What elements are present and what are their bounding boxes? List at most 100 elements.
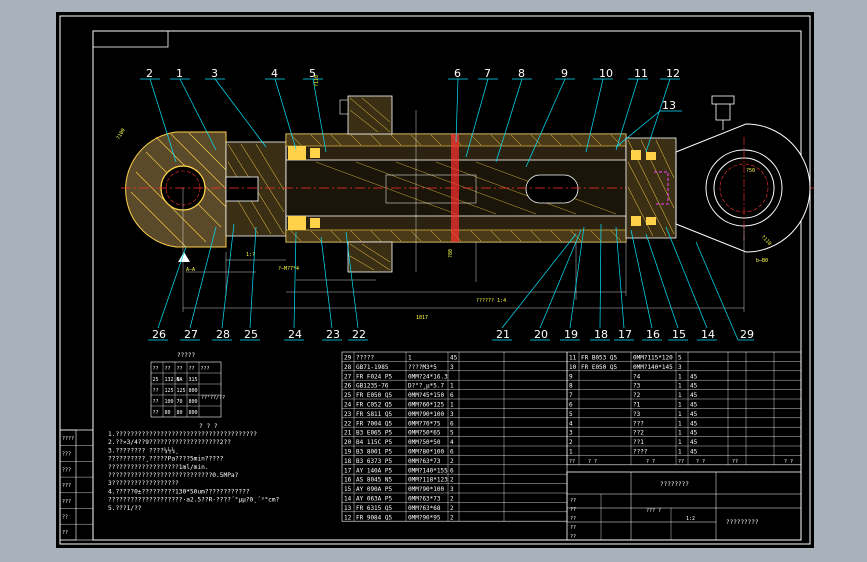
- bom-left-cell: ????M3*5: [408, 364, 437, 371]
- title-field: ??: [570, 507, 576, 513]
- dim-d8: b–B0: [756, 258, 768, 264]
- dim-d11: ?80: [448, 249, 454, 258]
- bom-right-cell: 45: [690, 439, 698, 446]
- param-cell: ??: [153, 388, 159, 394]
- bom-header-cell: ? ?: [588, 459, 597, 465]
- revision-block: ????????????????????: [59, 429, 94, 541]
- callout-bottom-label: 18: [594, 328, 608, 341]
- bom-left-cell: 0MM?90*100: [408, 486, 445, 493]
- bom-right-cell: 4: [569, 420, 573, 427]
- bom-right-cell: 1: [678, 373, 682, 380]
- param-cell: 800: [189, 388, 198, 394]
- bom-right-cell: FR E050 Q5: [581, 364, 618, 371]
- callout-bottom-label: 19: [564, 328, 578, 341]
- bom-left-cell: 15: [344, 486, 352, 493]
- drawing-name: ????????: [660, 481, 689, 488]
- bom-left-cell: 1: [450, 383, 454, 390]
- bom-header-cell: ? ?: [696, 459, 705, 465]
- bom-right-cell: ?3: [633, 411, 641, 418]
- bom-left-cell: 0MM?50*50: [408, 439, 441, 446]
- callout-bottom-leader: [630, 229, 653, 329]
- title-field: ??: [570, 516, 576, 522]
- bom-left-cell: 19: [344, 449, 352, 456]
- bom-left-cell: 45: [450, 355, 458, 362]
- bom-left-cell: 29: [344, 355, 352, 362]
- bom-left-cell: B3 6373 P5: [356, 458, 393, 465]
- bom-left-cell: 26: [344, 383, 352, 390]
- bom-left-cell: 2: [450, 505, 454, 512]
- bom-right-cell: ?3: [633, 383, 641, 390]
- callout-bottom-leader: [539, 229, 582, 329]
- bom-left-cell: 0MM?63*73: [408, 496, 441, 503]
- bom-left-cell: FR 6315 Q5: [356, 505, 393, 512]
- notes-title: ? ? ?: [199, 423, 218, 430]
- bom-left-cell: 3: [450, 486, 454, 493]
- param-cell: NA: [177, 377, 183, 383]
- bom-right-cell: 1: [678, 411, 682, 418]
- callout-bottom-label: 26: [152, 328, 166, 341]
- param-cell: 125: [177, 388, 186, 394]
- callout-bottom-leader: [645, 233, 679, 329]
- callout-bottom-label: 20: [534, 328, 548, 341]
- note-line: 3??????????????????: [108, 480, 179, 487]
- bom-left-cell: B4 115C P5: [356, 439, 393, 446]
- bom-left-cell: ?????: [356, 355, 374, 362]
- note-line: ????????????????????·a2.5??R·????´°µµ?0¸…: [108, 496, 280, 504]
- param-cell: ??: [177, 366, 183, 372]
- callout-bottom-label: 15: [672, 328, 686, 341]
- bom-right-cell: 6: [569, 402, 573, 409]
- callout-bottom-leader: [249, 226, 257, 329]
- bom-right-cell: ?1: [633, 402, 641, 409]
- param-cell: 125: [165, 388, 174, 394]
- bom-right-cell: 3: [569, 430, 573, 437]
- dim-d10: 1:?: [246, 252, 255, 258]
- bom-left-cell: 20: [344, 439, 352, 446]
- bom-left-cell: 2: [450, 496, 454, 503]
- bom-left-cell: FR 9084 Q5: [356, 514, 393, 521]
- bom-left-cell: 6: [450, 392, 454, 399]
- bom-right-cell: ??1: [633, 439, 644, 446]
- bom-left-cell: AY 140A P5: [356, 467, 393, 474]
- bom-left-cell: GB1235-76: [356, 383, 389, 390]
- param-cell: 800: [189, 399, 198, 405]
- callout-bottom-label: 17: [618, 328, 632, 341]
- bom-right-cell: 10: [569, 364, 577, 371]
- callout-bottom-leader: [501, 233, 577, 329]
- bom-right-cell: 9: [569, 373, 573, 380]
- callout-bottom-label: 28: [216, 328, 230, 341]
- bom-left-cell: FR E050 Q5: [356, 392, 393, 399]
- bom-left-cell: 0MM?80*100: [408, 449, 445, 456]
- bom-right-cell: 3: [678, 364, 682, 371]
- param-cell: ??: [189, 366, 195, 372]
- bom-right-cell: 1: [678, 383, 682, 390]
- bom-left-cell: 3: [450, 411, 454, 418]
- revision-cell: ??: [62, 530, 68, 536]
- callout-top-label: 11: [634, 67, 648, 80]
- bom-left-cell: 2: [450, 477, 454, 484]
- bom-left-cell: 0MM?90*100: [408, 411, 445, 418]
- bom-left-cell: 0MM?140*155: [408, 467, 448, 474]
- dim-d9: ?–M?7*4: [278, 266, 299, 272]
- param-cell: 80: [177, 410, 183, 416]
- param-cell: ??: [153, 399, 159, 405]
- callout-bottom-label: 16: [646, 328, 660, 341]
- bom-right-cell: FR B053 Q5: [581, 355, 618, 362]
- bom-left-cell: 12: [344, 514, 352, 521]
- note-line: 3.???????? ????¼½¼¸: [108, 446, 179, 454]
- bom-right-cell: 5: [678, 355, 682, 362]
- bom-left-cell: 6: [450, 449, 454, 456]
- callout-bottom-label: 24: [288, 328, 302, 341]
- bom-left-cell: 2: [450, 458, 454, 465]
- bom-left-cell: 16: [344, 477, 352, 484]
- bom-left-cell: 0MM?63*73: [408, 458, 441, 465]
- bom-left-cell: 2: [450, 514, 454, 521]
- callout-top-label: 10: [599, 67, 613, 80]
- bom-right-cell: 45: [690, 373, 698, 380]
- param-cell: ???: [201, 366, 210, 372]
- note-line: ??????????¸?????Pa????5min?????: [108, 456, 224, 463]
- bom-left-cell: 17: [344, 467, 352, 474]
- bom-right-cell: ???: [633, 420, 644, 427]
- param-cell: 100: [165, 399, 174, 405]
- callout-bottom-leader: [157, 246, 187, 329]
- bom-left-cell: 18: [344, 458, 352, 465]
